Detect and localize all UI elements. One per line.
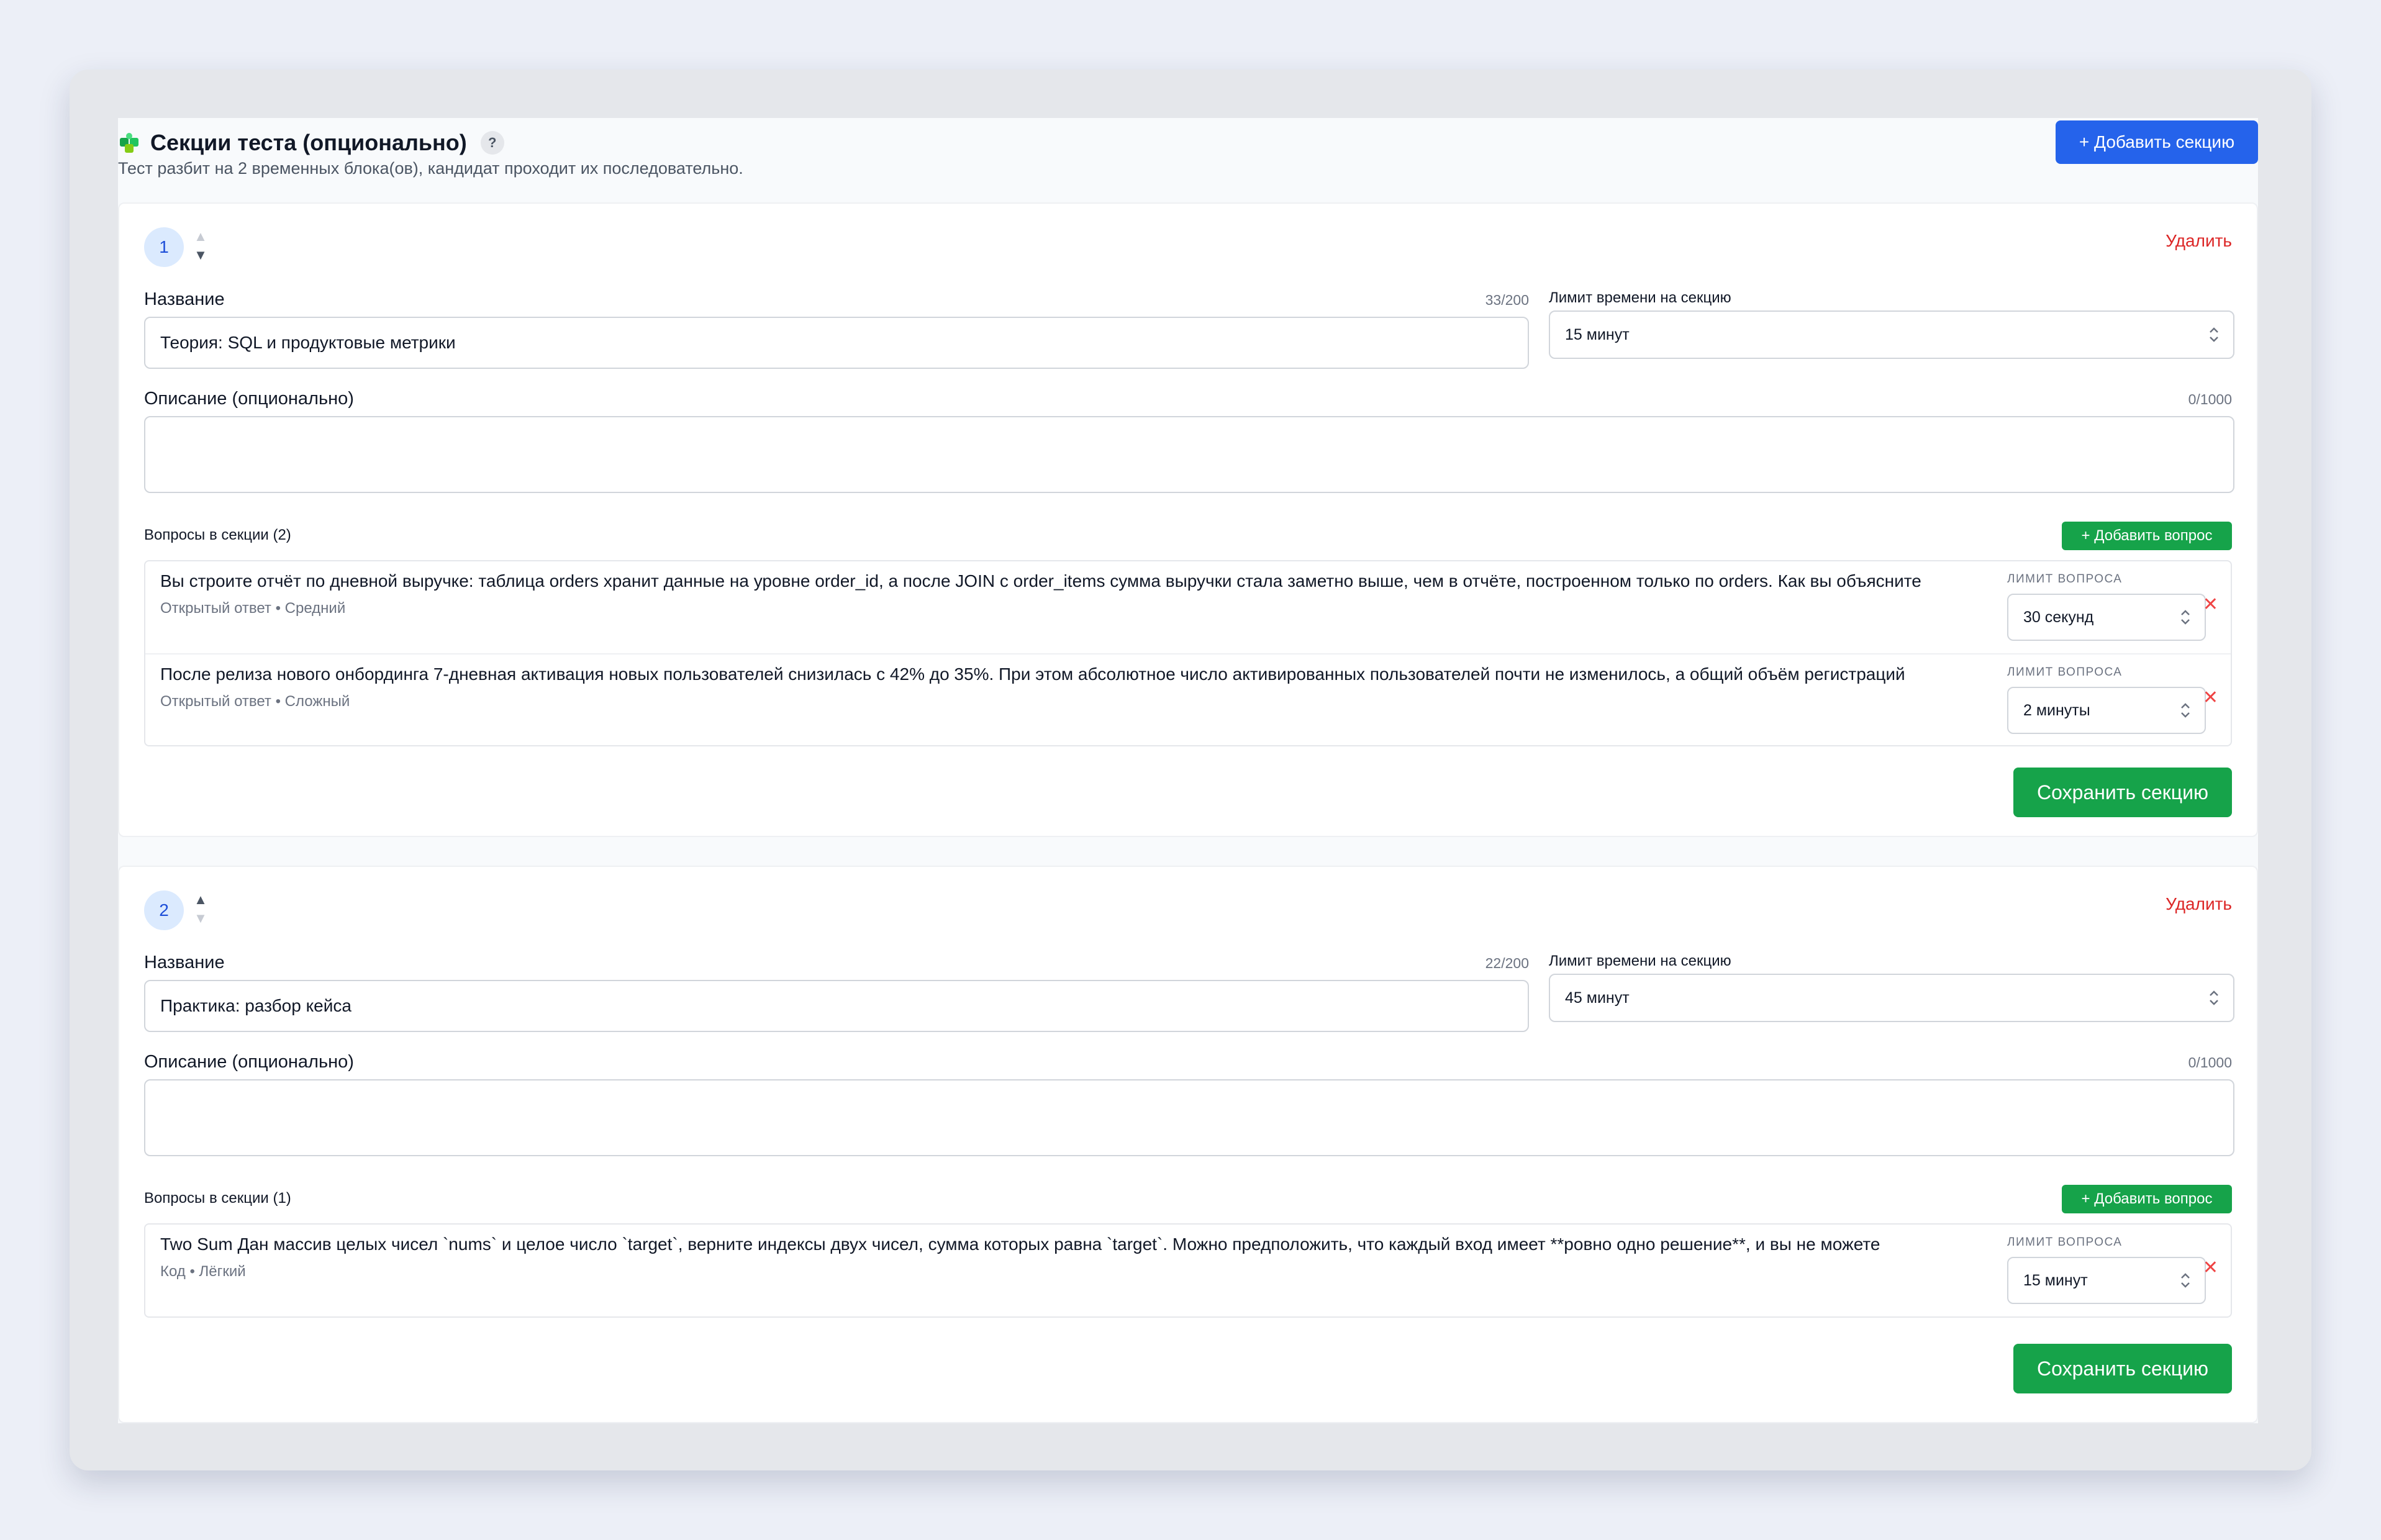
question-row[interactable]: Вы строите отчёт по дневной выручке: таб… (145, 561, 2231, 653)
arrow-up-icon[interactable]: ▲ (191, 227, 210, 246)
question-limit-value: 15 минут (2023, 1271, 2088, 1289)
arrow-down-icon[interactable]: ▼ (191, 909, 210, 928)
question-list: Вы строите отчёт по дневной выручке: таб… (144, 560, 2232, 746)
description-label: Описание (опционально) (144, 389, 354, 409)
section-card: 1 ▲ ▼ Удалить Название 33/200 Теория: SQ… (118, 202, 2258, 837)
add-section-button[interactable]: + Добавить секцию (2056, 120, 2258, 164)
questions-title: Вопросы в секции (1) (144, 1190, 291, 1207)
question-limit-value: 2 минуты (2023, 701, 2090, 719)
questions-title: Вопросы в секции (2) (144, 527, 291, 543)
delete-section-link[interactable]: Удалить (2166, 894, 2232, 914)
name-counter: 33/200 (1485, 292, 1529, 308)
question-limit-label: ЛИМИТ ВОПРОСА (2007, 1236, 2123, 1249)
page-subtitle: Тест разбит на 2 временных блока(ов), ка… (118, 159, 743, 178)
close-icon[interactable]: ✕ (2203, 1257, 2218, 1279)
question-limit-select[interactable]: 30 секунд (2007, 594, 2206, 641)
add-question-button[interactable]: + Добавить вопрос (2062, 1185, 2232, 1213)
description-textarea[interactable] (144, 1079, 2234, 1156)
name-label: Название (144, 289, 225, 309)
question-limit-select[interactable]: 15 минут (2007, 1257, 2206, 1304)
question-limit-label: ЛИМИТ ВОПРОСА (2007, 573, 2123, 586)
window-frame: Секции теста (опционально) ? Тест разбит… (70, 70, 2311, 1470)
close-icon[interactable]: ✕ (2203, 687, 2218, 709)
section-number-badge: 2 (144, 890, 184, 930)
description-counter: 0/1000 (2188, 1054, 2232, 1071)
reorder-arrows: ▲ ▼ (191, 227, 210, 265)
question-row[interactable]: Two Sum Дан массив целых чисел `nums` и … (145, 1225, 2231, 1316)
save-section-button[interactable]: Сохранить секцию (2013, 768, 2232, 817)
description-label: Описание (опционально) (144, 1052, 354, 1072)
reorder-arrows: ▲ ▼ (191, 890, 210, 928)
section-name-input[interactable]: Теория: SQL и продуктовые метрики (144, 317, 1529, 369)
chevron-updown-icon (2181, 610, 2190, 625)
save-section-button[interactable]: Сохранить секцию (2013, 1344, 2232, 1393)
arrow-up-icon[interactable]: ▲ (191, 890, 210, 909)
question-limit-value: 30 секунд (2023, 608, 2094, 626)
time-limit-label: Лимит времени на секцию (1549, 953, 1731, 969)
name-label: Название (144, 953, 225, 972)
sections-panel: Секции теста (опционально) ? Тест разбит… (118, 118, 2258, 1423)
question-list: Two Sum Дан массив целых чисел `nums` и … (144, 1223, 2232, 1318)
add-question-button[interactable]: + Добавить вопрос (2062, 522, 2232, 550)
time-limit-select[interactable]: 15 минут (1549, 310, 2234, 359)
delete-section-link[interactable]: Удалить (2166, 231, 2232, 251)
chevron-updown-icon (2210, 327, 2218, 342)
description-counter: 0/1000 (2188, 391, 2232, 407)
section-number-badge: 1 (144, 227, 184, 267)
question-meta: Открытый ответ • Средний (160, 600, 346, 617)
description-textarea[interactable] (144, 416, 2234, 493)
time-limit-value: 15 минут (1565, 325, 1630, 343)
time-limit-select[interactable]: 45 минут (1549, 974, 2234, 1022)
time-limit-value: 45 минут (1565, 989, 1630, 1007)
question-meta: Код • Лёгкий (160, 1263, 246, 1280)
question-text: Two Sum Дан массив целых чисел `nums` и … (160, 1234, 1880, 1254)
page-title: Секции теста (опционально) (150, 130, 467, 155)
section-card: 2 ▲ ▼ Удалить Название 22/200 Практика: … (118, 866, 2258, 1423)
question-limit-label: ЛИМИТ ВОПРОСА (2007, 666, 2123, 679)
section-header: Секции теста (опционально) ? (118, 124, 504, 161)
section-name-input[interactable]: Практика: разбор кейса (144, 980, 1529, 1032)
chevron-updown-icon (2210, 990, 2218, 1005)
question-row[interactable]: После релиза нового онбординга 7-дневная… (145, 653, 2231, 745)
help-icon[interactable]: ? (480, 131, 504, 155)
close-icon[interactable]: ✕ (2203, 594, 2218, 615)
puzzle-icon (118, 131, 142, 155)
arrow-down-icon[interactable]: ▼ (191, 246, 210, 265)
question-text: Вы строите отчёт по дневной выручке: таб… (160, 571, 1921, 591)
name-counter: 22/200 (1485, 955, 1529, 971)
question-meta: Открытый ответ • Сложный (160, 693, 350, 710)
question-text: После релиза нового онбординга 7-дневная… (160, 664, 1905, 684)
time-limit-label: Лимит времени на секцию (1549, 289, 1731, 306)
chevron-updown-icon (2181, 703, 2190, 718)
chevron-updown-icon (2181, 1273, 2190, 1288)
question-limit-select[interactable]: 2 минуты (2007, 687, 2206, 734)
